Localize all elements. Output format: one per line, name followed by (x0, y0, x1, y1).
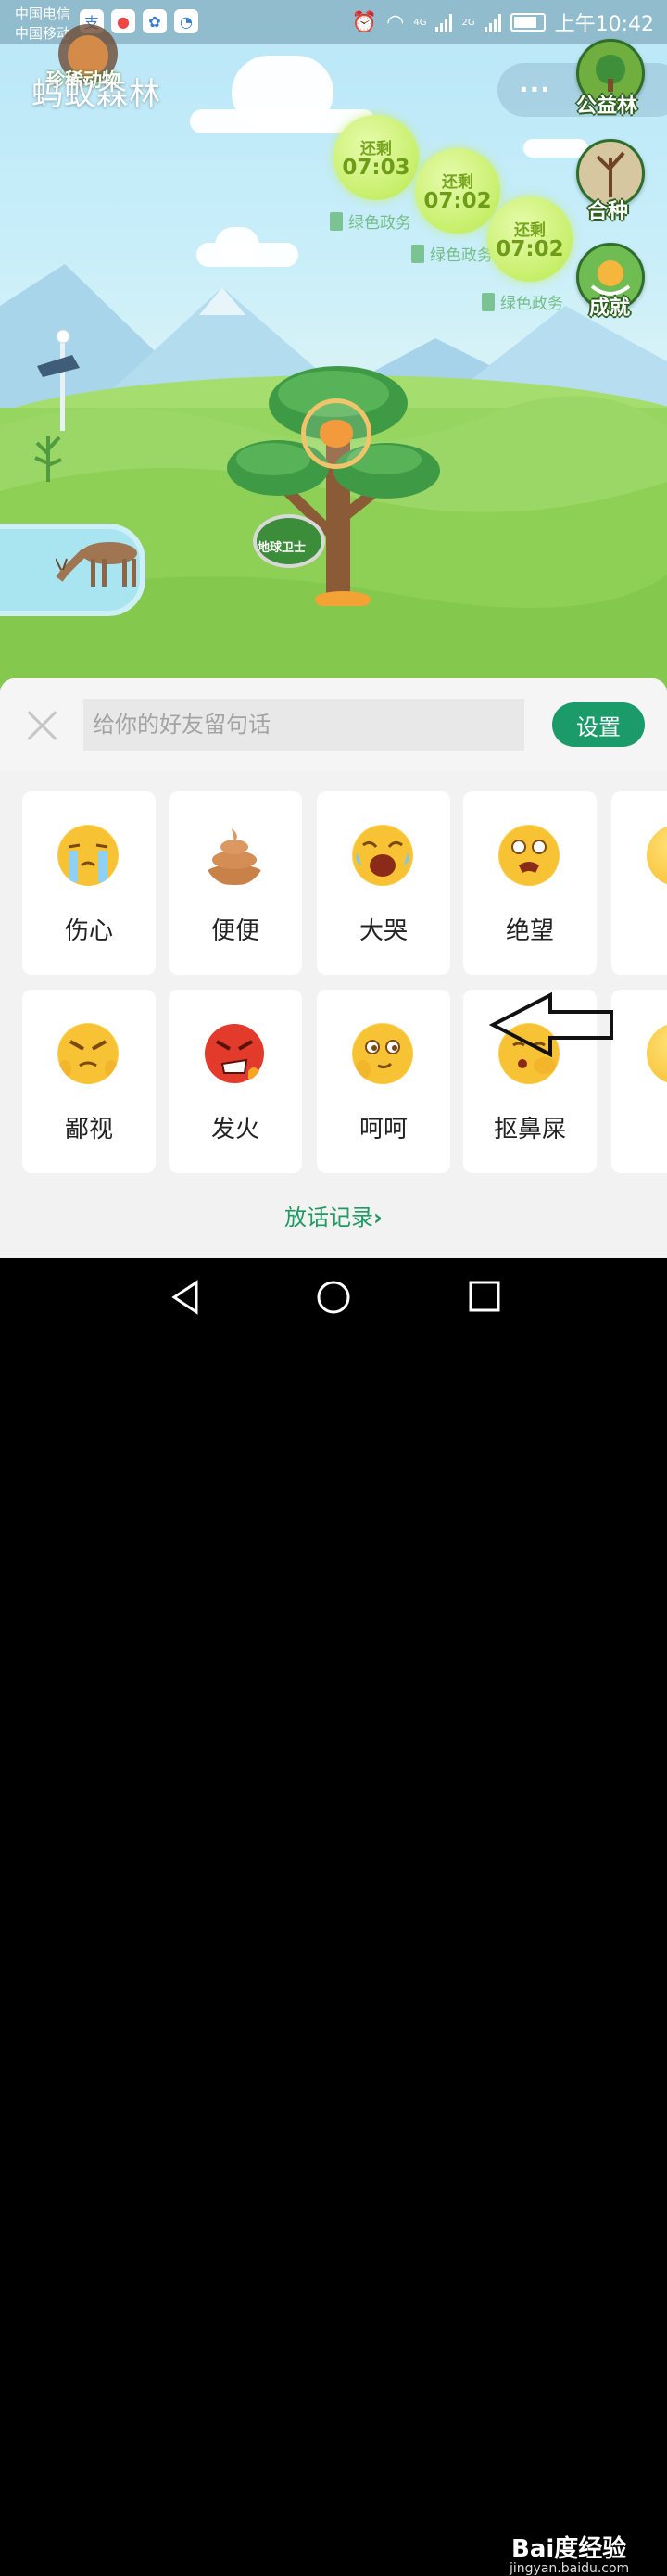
fox-icon (320, 420, 353, 448)
cloud (232, 56, 334, 130)
settings-button[interactable]: 设置 (552, 702, 645, 747)
back-icon[interactable] (169, 1279, 206, 1316)
message-input[interactable] (83, 699, 524, 751)
emoji-card-smirk[interactable]: 呵呵 (317, 990, 450, 1173)
watermark-url: jingyan.baidu.com (510, 2561, 630, 2576)
home-icon[interactable] (315, 1279, 352, 1316)
message-panel: 设置 伤心 便便 (0, 678, 667, 1258)
solar-lamp (37, 329, 80, 431)
bubble-countdown: 07:03 (342, 156, 410, 180)
emoji-label: 呵呵 (359, 1116, 408, 1143)
bubble-tag: 绿色政务 (330, 209, 411, 233)
pointer-arrow-icon (489, 991, 613, 1058)
side-button-label: 公益林 (576, 95, 638, 118)
building-icon (482, 292, 495, 311)
emoji-icon (647, 825, 667, 886)
bubble-countdown: 07:02 (423, 189, 492, 213)
message-input-bar: 设置 (0, 678, 667, 771)
emoji-card-angry[interactable]: 发火 (169, 990, 302, 1173)
smirk-emoji-icon (352, 1023, 413, 1084)
sapling (34, 436, 62, 482)
network-type-1: 4G (413, 17, 427, 28)
contempt-emoji-icon (57, 1023, 119, 1084)
emoji-icon (647, 1023, 667, 1084)
emoji-label: 绝望 (505, 917, 554, 945)
message-history-link[interactable]: 放话记录› (0, 1199, 667, 1231)
page-title: 蚂蚁森林 (31, 76, 161, 113)
bubble-tag: 绿色政务 (411, 242, 493, 265)
baidu-icon: ✿ (143, 9, 167, 33)
navigation-bar: Bai度经验 jingyan.baidu.com (0, 1258, 667, 2576)
loud-crying-emoji-icon (352, 825, 413, 886)
emoji-card-contempt[interactable]: 鄙视 (22, 990, 156, 1173)
history-link-label: 放话记录 (284, 1205, 374, 1231)
angry-emoji-icon (205, 1024, 264, 1083)
bubble-tag-label: 绿色政务 (348, 214, 411, 233)
recent-apps-icon[interactable] (467, 1279, 504, 1316)
emoji-label: 大哭 (359, 917, 408, 945)
forest-scene: 地球卫士 还剩 07:03 绿色政务 还剩 07:02 绿色政务 还剩 07:0… (0, 0, 667, 704)
baidu-jingyan-watermark: Bai度经验 (511, 2535, 627, 2563)
side-button-label: 成就 (589, 297, 631, 320)
more-menu-button[interactable]: ··· (519, 74, 551, 105)
emoji-label: 发火 (210, 1116, 259, 1143)
emoji-card-poop[interactable]: 便便 (169, 791, 302, 975)
chevron-right-icon: › (373, 1205, 383, 1231)
bubble-tag-label: 绿色政务 (500, 295, 563, 313)
energy-bubble[interactable]: 还剩 07:02 (487, 196, 573, 282)
deer (56, 542, 137, 587)
network-type-2: 2G (461, 17, 475, 28)
sad-crying-emoji-icon (57, 825, 119, 886)
fox-avatar[interactable] (301, 398, 371, 469)
emoji-label: 鄙视 (64, 1116, 113, 1143)
despair-emoji-icon (498, 825, 560, 886)
bubble-tag-label: 绿色政务 (430, 246, 493, 265)
side-button-label: 合种 (587, 200, 629, 223)
energy-bubble[interactable]: 还剩 07:03 (334, 115, 419, 200)
battery-icon (510, 13, 546, 32)
emoji-card-sad[interactable]: 伤心 (22, 791, 156, 975)
emoji-label: 便便 (210, 917, 259, 945)
building-icon (411, 244, 424, 263)
bubble-countdown: 07:02 (496, 237, 564, 261)
emoji-label: 伤心 (64, 917, 113, 945)
clock: 上午10:42 (554, 13, 654, 36)
emoji-card-partial[interactable] (611, 990, 667, 1173)
close-button[interactable] (22, 706, 61, 745)
emoji-card-crying[interactable]: 大哭 (317, 791, 450, 975)
signal-icon (484, 12, 501, 32)
signal-icon (435, 12, 453, 32)
bubble-tag: 绿色政务 (482, 290, 563, 313)
tree-roots (315, 591, 371, 606)
tree-canopy (236, 443, 310, 475)
emoji-label: 抠鼻屎 (493, 1116, 566, 1143)
building-icon (330, 211, 343, 231)
medal-label: 地球卫士 (258, 541, 307, 555)
alarm-icon: ⏰ (351, 10, 378, 34)
emoji-card-despair[interactable]: 绝望 (463, 791, 597, 975)
browser-icon: ◔ (174, 9, 198, 33)
wifi-icon: ◠ (386, 10, 405, 34)
status-indicators: ⏰ ◠ 4G 2G 上午10:42 (352, 7, 654, 37)
poop-emoji-icon (205, 828, 264, 885)
emoji-card-partial[interactable] (611, 791, 667, 975)
emoji-grid: 伤心 便便 大哭 绝望 鄙视 发火 呵呵 抠鼻屎 (22, 791, 667, 1181)
